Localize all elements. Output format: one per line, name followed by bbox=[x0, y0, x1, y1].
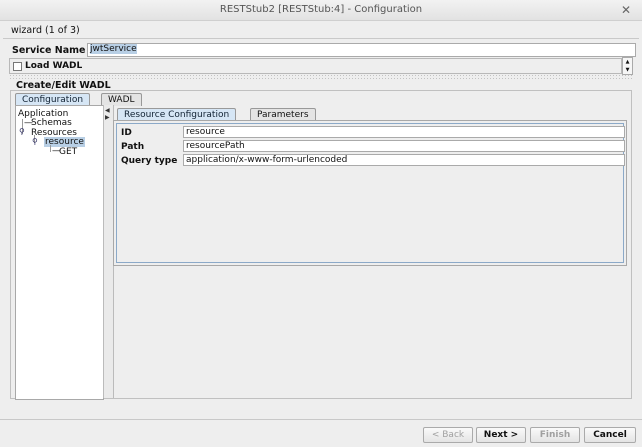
divider bbox=[0, 419, 642, 420]
wizard-step-label: wizard (1 of 3) bbox=[11, 25, 80, 36]
tree-toggle-icon[interactable]: ⚲ bbox=[19, 127, 25, 136]
service-name-label: Service Name bbox=[12, 45, 86, 56]
path-field[interactable]: resourcePath bbox=[183, 140, 625, 152]
collapse-left-icon[interactable]: ◀ bbox=[105, 107, 110, 114]
back-button[interactable]: < Back bbox=[423, 427, 473, 443]
cancel-button[interactable]: Cancel bbox=[584, 427, 636, 443]
load-wadl-panel: Load WADL bbox=[9, 58, 622, 74]
resource-tree: Application — Schemas ⚲ Resources ⚲ reso… bbox=[15, 105, 104, 400]
id-field[interactable]: resource bbox=[183, 126, 625, 138]
query-type-label: Query type bbox=[121, 156, 178, 166]
service-name-value: jwtService bbox=[90, 44, 137, 54]
close-icon[interactable]: ✕ bbox=[618, 2, 634, 18]
tree-node-schemas[interactable]: Schemas bbox=[31, 118, 72, 128]
divider bbox=[3, 38, 639, 39]
tree-node-get[interactable]: GET bbox=[59, 147, 77, 157]
next-button[interactable]: Next > bbox=[476, 427, 526, 443]
tree-line bbox=[50, 145, 51, 152]
expand-handle-icon[interactable]: ▲ ▼ bbox=[622, 57, 633, 75]
load-wadl-checkbox[interactable] bbox=[13, 62, 22, 71]
panel-inner: ID resource Path resourcePath Query type… bbox=[116, 123, 625, 263]
service-name-input[interactable]: jwtService bbox=[87, 43, 636, 57]
collapse-right-icon[interactable]: ▶ bbox=[105, 114, 110, 121]
load-wadl-label: Load WADL bbox=[25, 61, 83, 71]
path-label: Path bbox=[121, 142, 145, 152]
window-title: RESTStub2 [RESTStub:4] - Configuration bbox=[219, 4, 423, 15]
query-type-field[interactable]: application/x-www-form-urlencoded bbox=[183, 154, 625, 166]
title-bar: RESTStub2 [RESTStub:4] - Configuration ✕ bbox=[0, 0, 642, 21]
resource-configuration-panel: ID resource Path resourcePath Query type… bbox=[113, 120, 627, 266]
tree-toggle-icon[interactable]: ⚲ bbox=[32, 137, 38, 146]
resize-grip[interactable] bbox=[9, 74, 633, 79]
finish-button[interactable]: Finish bbox=[530, 427, 580, 443]
id-label: ID bbox=[121, 128, 132, 138]
